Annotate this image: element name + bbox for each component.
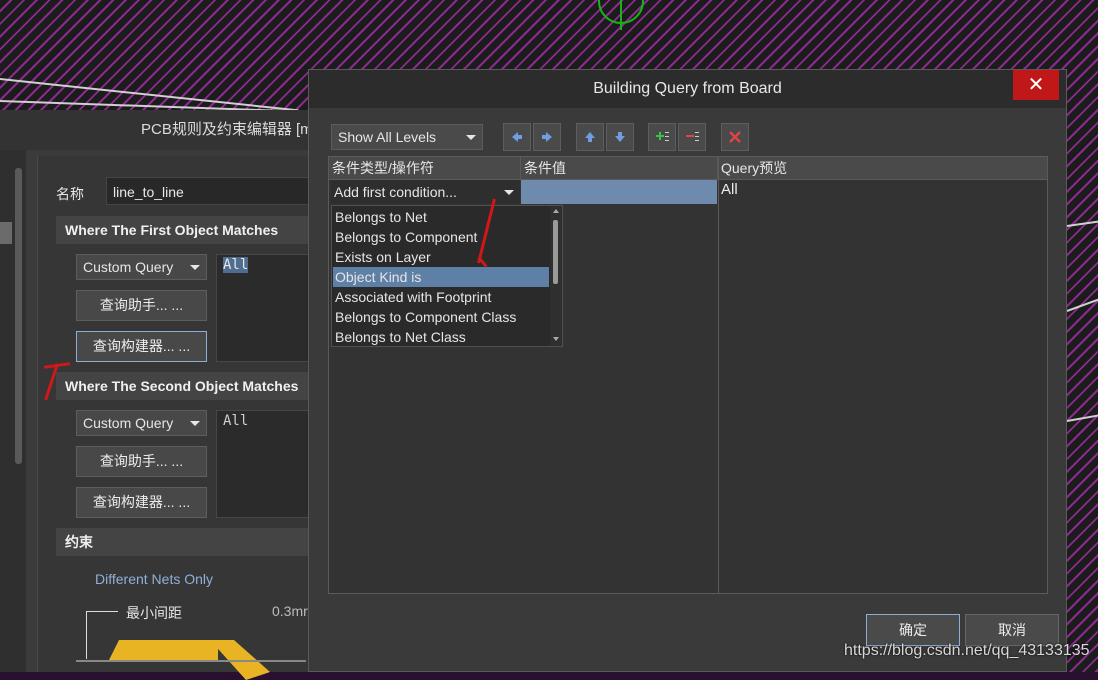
condition-type-value: Add first condition...	[334, 184, 457, 200]
condition-grid: 条件类型/操作符 条件值 Query预览 Add first condition…	[328, 156, 1048, 594]
rule-tree-scrollbar[interactable]	[15, 168, 22, 464]
add-condition-button[interactable]	[648, 123, 676, 151]
min-clearance-value[interactable]: 0.3mr	[272, 603, 308, 619]
constraints-header: 约束	[56, 528, 316, 556]
condition-value-cell[interactable]	[521, 180, 717, 204]
move-up-button[interactable]	[576, 123, 604, 151]
chevron-up-icon	[553, 209, 559, 213]
list-item[interactable]: Belongs to Net Class	[333, 327, 549, 347]
second-object-header: Where The Second Object Matches	[56, 372, 316, 400]
remove-row-icon	[686, 132, 699, 141]
arrow-up-icon	[585, 132, 595, 142]
remove-condition-button[interactable]	[678, 123, 706, 151]
dialog-title: Building Query from Board	[593, 80, 782, 97]
dialog-titlebar: Building Query from Board	[309, 70, 1066, 108]
column-header-condition-type: 条件类型/操作符	[329, 157, 521, 179]
list-item[interactable]: Associated with Footprint	[333, 287, 549, 307]
condition-dropdown-list: Belongs to Net Belongs to Component Exis…	[331, 205, 563, 347]
rule-editor-title: PCB规则及约束编辑器 [m	[141, 121, 313, 138]
clearance-baseline	[76, 660, 306, 662]
rule-tree-selection[interactable]	[0, 222, 12, 244]
chevron-down-icon	[466, 135, 476, 140]
second-query-mode-label: Custom Query	[83, 415, 174, 431]
clearance-dimension-line	[86, 611, 118, 612]
clear-icon	[729, 131, 741, 143]
first-query-helper-button[interactable]: 查询助手... ...	[76, 290, 207, 321]
arrow-down-icon	[615, 132, 625, 142]
move-left-button[interactable]	[503, 123, 531, 151]
arrow-right-icon	[542, 132, 552, 142]
move-down-button[interactable]	[606, 123, 634, 151]
chevron-down-icon	[504, 190, 514, 195]
second-query-builder-button[interactable]: 查询构建器... ...	[76, 487, 207, 518]
second-query-text[interactable]: All	[216, 410, 316, 518]
chevron-down-icon	[553, 337, 559, 341]
clear-button[interactable]	[721, 123, 749, 151]
first-query-text[interactable]: All	[216, 254, 316, 362]
first-query-mode-label: Custom Query	[83, 259, 174, 275]
net-scope-select[interactable]: Different Nets Only	[95, 571, 213, 587]
query-preview-text: All	[721, 181, 738, 198]
second-query-value: All	[223, 413, 249, 429]
list-item[interactable]: Belongs to Component Class	[333, 307, 549, 327]
list-item-selected[interactable]: Object Kind is	[333, 267, 549, 287]
dropdown-scrollbar[interactable]	[550, 206, 562, 346]
list-item[interactable]: Belongs to Component	[333, 227, 549, 247]
min-clearance-label: 最小间距	[126, 605, 182, 621]
arrow-left-icon	[512, 132, 522, 142]
move-right-button[interactable]	[533, 123, 561, 151]
chevron-down-icon	[190, 265, 200, 270]
column-header-condition-value: 条件值	[521, 157, 718, 179]
rule-name-input[interactable]: line_to_line	[106, 177, 316, 205]
list-item[interactable]: Belongs to Net	[333, 207, 549, 227]
chevron-down-icon	[190, 421, 200, 426]
first-query-builder-button[interactable]: 查询构建器... ...	[76, 331, 207, 362]
list-item[interactable]: Exists on Layer	[333, 247, 549, 267]
dropdown-scroll-thumb[interactable]	[553, 220, 558, 284]
watermark: https://blog.csdn.net/qq_43133135	[844, 642, 1090, 659]
column-header-preview: Query预览	[718, 157, 1047, 179]
second-query-mode-select[interactable]: Custom Query	[76, 410, 207, 436]
levels-select[interactable]: Show All Levels	[331, 124, 483, 150]
second-query-helper-button[interactable]: 查询助手... ...	[76, 446, 207, 477]
add-row-icon	[656, 132, 669, 141]
first-query-value: All	[223, 257, 249, 273]
first-object-header: Where The First Object Matches	[56, 216, 316, 244]
first-query-mode-select[interactable]: Custom Query	[76, 254, 207, 280]
levels-select-label: Show All Levels	[338, 129, 437, 145]
close-icon[interactable]: ✕	[1013, 70, 1059, 100]
name-label: 名称	[56, 186, 84, 202]
preview-divider	[718, 157, 719, 593]
clearance-illustration	[108, 640, 218, 662]
clearance-dimension-line	[86, 611, 87, 659]
building-query-dialog: Building Query from Board ✕ Show All Lev…	[308, 69, 1067, 672]
